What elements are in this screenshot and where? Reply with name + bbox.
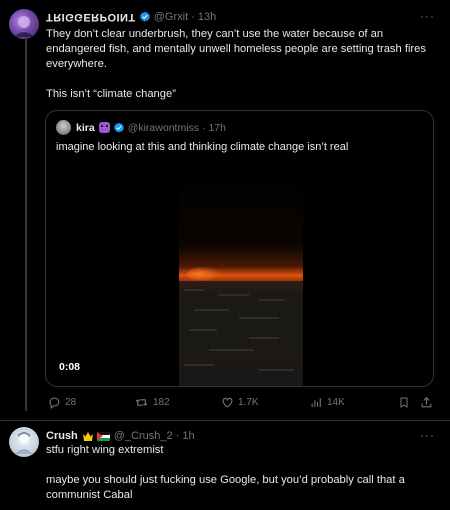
views-count: 14K (327, 397, 345, 408)
handle[interactable]: @kirawontmiss (128, 122, 199, 134)
reply-button[interactable]: 28 (48, 396, 76, 409)
retweet-count: 182 (153, 397, 170, 408)
tweet-paragraph: stfu right wing extremist (46, 444, 164, 456)
bookmark-button[interactable] (398, 396, 414, 409)
action-bar: 28 182 1.7K 14K (45, 396, 435, 412)
timestamp[interactable]: · 17h (202, 122, 226, 134)
flag-emoji-icon (96, 431, 110, 441)
verified-badge-icon (113, 122, 124, 132)
main-tweet[interactable]: TRIGGERPOINT @Grxit · 13h ··· They don’t… (0, 0, 450, 420)
video-player[interactable] (179, 169, 303, 386)
heart-icon (222, 397, 233, 408)
more-options-icon[interactable]: ··· (420, 9, 435, 23)
quoted-tweet-text: imagine looking at this and thinking cli… (56, 141, 349, 153)
reply-icon (49, 397, 60, 409)
tweet-text: stfu right wing extremist maybe you shou… (46, 443, 431, 503)
avatar-image (15, 432, 33, 454)
tweet-paragraph: maybe you should just fucking use Google… (46, 474, 405, 501)
video-frame (179, 169, 303, 386)
verified-badge-icon (139, 11, 150, 22)
timestamp[interactable]: · 1h (176, 430, 195, 442)
like-button[interactable]: 1.7K (221, 396, 259, 409)
crown-emoji-icon (82, 431, 94, 442)
avatar[interactable] (9, 427, 39, 457)
more-options-icon[interactable]: ··· (420, 428, 435, 442)
views-icon (311, 398, 321, 407)
avatar[interactable] (56, 120, 71, 135)
video-duration: 0:08 (59, 361, 81, 373)
share-icon (421, 396, 432, 408)
handle[interactable]: @Grxit (154, 11, 188, 23)
share-button[interactable] (420, 396, 437, 409)
quoted-tweet[interactable]: kira @kirawontmiss · 17h imagine looking… (45, 110, 434, 387)
avatar-image (14, 16, 34, 37)
tweet-paragraph: This isn’t “climate change” (46, 88, 176, 100)
avatar[interactable] (9, 9, 39, 39)
like-count: 1.7K (238, 397, 259, 408)
thread-line (25, 38, 27, 411)
reply-tweet[interactable]: Crush @_Crush_2 · 1h ··· stfu right wing… (0, 421, 450, 510)
tweet-text: They don’t clear underbrush, they can’t … (46, 27, 431, 102)
tweet-paragraph: They don’t clear underbrush, they can’t … (46, 28, 426, 70)
handle[interactable]: @_Crush_2 (114, 430, 173, 442)
display-name[interactable]: TRIGGERPOINT (46, 11, 136, 23)
display-name[interactable]: kira (76, 122, 95, 134)
alien-emoji-icon (98, 122, 110, 133)
retweet-button[interactable]: 182 (134, 396, 170, 409)
display-name[interactable]: Crush (46, 430, 78, 442)
reply-count: 28 (65, 397, 77, 408)
timestamp[interactable]: · 13h (191, 11, 216, 23)
views-button[interactable]: 14K (310, 396, 345, 409)
bookmark-icon (400, 397, 408, 408)
retweet-icon (135, 399, 148, 406)
